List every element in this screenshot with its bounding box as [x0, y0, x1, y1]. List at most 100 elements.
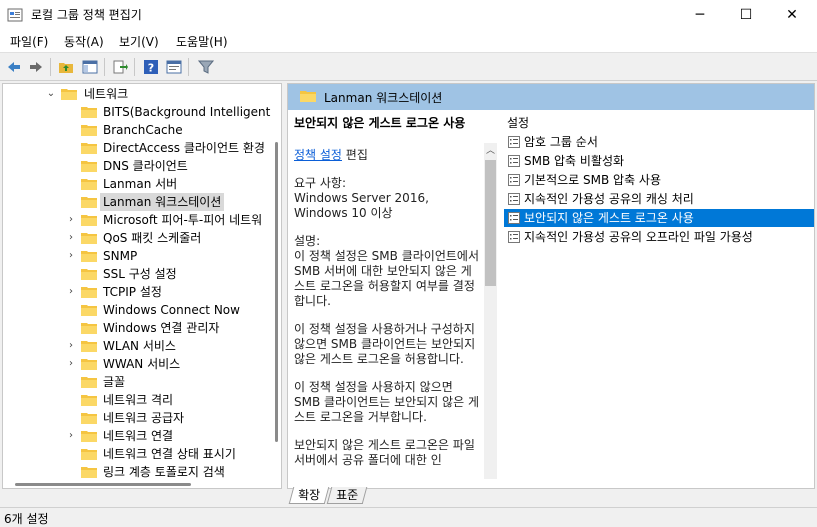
export-list-button[interactable]: [110, 57, 130, 77]
tree-item[interactable]: › WWAN 서비스: [3, 355, 271, 373]
description-panel: 보안되지 않은 게스트 로그온 사용 정책 설정 편집 요구 사항: Windo…: [288, 110, 485, 480]
close-icon: ✕: [786, 6, 798, 23]
up-button[interactable]: [56, 57, 76, 77]
chevron-right-icon[interactable]: ›: [65, 247, 77, 265]
menu-view[interactable]: 보기(V): [119, 33, 159, 50]
edit-suffix: 편집: [341, 148, 368, 162]
tree-item-label: Lanman 워크스테이션: [100, 193, 225, 211]
description-paragraph: 이 정책 설정은 SMB 클라이언트에서 SMB 서버에 대한 보안되지 않은 …: [294, 249, 479, 308]
tree-item[interactable]: DirectAccess 클라이언트 환경: [3, 139, 271, 157]
tab-extended[interactable]: 확장: [288, 487, 330, 504]
setting-row[interactable]: SMB 압축 비활성화: [504, 152, 814, 170]
toolbar: ?: [0, 52, 817, 81]
menu-action[interactable]: 동작(A): [64, 33, 104, 50]
description-paragraph: 이 정책 설정을 사용하거나 구성하지 않으면 SMB 클라이언트는 보안되지 …: [294, 322, 476, 366]
requirements-label: 요구 사항:: [294, 176, 347, 190]
folder-icon: [81, 413, 97, 424]
tree-item-label: TCPIP 설정: [103, 285, 162, 299]
folder-icon: [300, 91, 316, 102]
description-paragraph: 이 정책 설정을 사용하지 않으면 SMB 클라이언트는 보안되지 않은 게스트…: [294, 380, 479, 424]
tree-item[interactable]: Lanman 서버: [3, 175, 271, 193]
minimize-icon: ─: [695, 6, 705, 23]
description-scroll-thumb[interactable]: [485, 160, 496, 286]
scroll-up-icon[interactable]: ︿: [484, 145, 497, 158]
tree-item[interactable]: 네트워크 연결 상태 표시기: [3, 445, 271, 463]
folder-icon: [81, 251, 97, 262]
setting-row[interactable]: 보안되지 않은 게스트 로그온 사용: [504, 209, 814, 227]
setting-label: 기본적으로 SMB 압축 사용: [524, 173, 662, 187]
gpedit-window: 로컬 그룹 정책 편집기 ─ ☐ ✕ 파일(F) 동작(A) 보기(V) 도움말…: [0, 0, 817, 526]
setting-row[interactable]: 기본적으로 SMB 압축 사용: [504, 171, 814, 189]
tree-item[interactable]: Windows 연결 관리자: [3, 319, 271, 337]
maximize-button[interactable]: ☐: [723, 0, 769, 29]
tree-item-label: 네트워크 격리: [103, 393, 174, 407]
tree-item[interactable]: Lanman 워크스테이션: [3, 193, 271, 211]
setting-label: SMB 압축 비활성화: [524, 154, 625, 168]
up-folder-icon: [59, 63, 73, 73]
setting-row[interactable]: 지속적인 가용성 공유의 캐싱 처리: [504, 190, 814, 208]
close-button[interactable]: ✕: [769, 0, 815, 29]
help-icon: ?: [144, 60, 158, 75]
folder-icon: [81, 143, 97, 154]
chevron-right-icon[interactable]: ›: [65, 427, 77, 445]
tree-item[interactable]: 네트워크 격리: [3, 391, 271, 409]
tree-item[interactable]: › WLAN 서비스: [3, 337, 271, 355]
tree-item-label: WWAN 서비스: [103, 357, 181, 371]
tree-item[interactable]: › SNMP: [3, 247, 271, 265]
folder-icon: [81, 287, 97, 298]
view-tabs: 확장 표준: [288, 487, 409, 505]
tree-item-label: QoS 패킷 스케줄러: [103, 231, 202, 245]
tree-item-label: 네트워크 연결 상태 표시기: [103, 447, 236, 461]
tree-item[interactable]: DNS 클라이언트: [3, 157, 271, 175]
folder-icon: [81, 197, 97, 208]
tree-root-network[interactable]: ⌄ 네트워크: [3, 85, 271, 103]
policy-setting-icon: [508, 212, 520, 224]
description-scrollbar[interactable]: ︿: [484, 143, 497, 479]
setting-label: 지속적인 가용성 공유의 오프라인 파일 가용성: [524, 230, 753, 244]
forward-button[interactable]: [26, 57, 46, 77]
chevron-right-icon[interactable]: ›: [65, 283, 77, 301]
tree-item-label: 글꼴: [103, 375, 126, 389]
folder-icon: [81, 125, 97, 136]
tree-vertical-scroll-thumb[interactable]: [275, 142, 278, 442]
help-button[interactable]: ?: [141, 57, 161, 77]
chevron-down-icon[interactable]: ⌄: [45, 85, 57, 103]
tree-vertical-scrollbar[interactable]: [271, 84, 281, 488]
tab-standard[interactable]: 표준: [326, 487, 368, 504]
setting-row[interactable]: 암호 그룹 순서: [504, 133, 814, 151]
properties-button[interactable]: [164, 57, 184, 77]
filter-button[interactable]: [196, 57, 216, 77]
settings-column-header[interactable]: 설정: [507, 114, 529, 131]
tree-item[interactable]: Windows Connect Now: [3, 301, 271, 319]
setting-row[interactable]: 지속적인 가용성 공유의 오프라인 파일 가용성: [504, 228, 814, 246]
setting-label: 지속적인 가용성 공유의 캐싱 처리: [524, 192, 694, 206]
folder-icon: [81, 161, 97, 172]
policy-setting-icon: [508, 155, 520, 167]
edit-policy-link[interactable]: 정책 설정: [294, 148, 342, 162]
folder-icon: [81, 269, 97, 280]
tree-item-label: BITS(Background Intelligent Tr: [103, 105, 282, 119]
back-button[interactable]: [4, 57, 24, 77]
chevron-right-icon[interactable]: ›: [65, 229, 77, 247]
minimize-button[interactable]: ─: [677, 0, 723, 29]
tree-item[interactable]: SSL 구성 설정: [3, 265, 271, 283]
tree-item[interactable]: 글꼴: [3, 373, 271, 391]
tree-item[interactable]: › QoS 패킷 스케줄러: [3, 229, 271, 247]
tree-pane[interactable]: ⌄ 네트워크 BITS(Background Intelligent Tr Bra…: [2, 83, 282, 489]
show-hide-tree-button[interactable]: [80, 57, 100, 77]
tree-item[interactable]: › 네트워크 연결: [3, 427, 271, 445]
tree-item[interactable]: BranchCache: [3, 121, 271, 139]
tree-horizontal-scroll-thumb[interactable]: [15, 483, 191, 486]
menu-help[interactable]: 도움말(H): [176, 33, 228, 50]
menu-file[interactable]: 파일(F): [10, 33, 48, 50]
tree-item[interactable]: › Microsoft 피어-투-피어 네트워: [3, 211, 271, 229]
tree-item[interactable]: › TCPIP 설정: [3, 283, 271, 301]
tree-horizontal-scrollbar[interactable]: [3, 479, 271, 488]
folder-open-icon: [61, 89, 77, 100]
chevron-right-icon[interactable]: ›: [65, 211, 77, 229]
tree-item[interactable]: BITS(Background Intelligent Tr: [3, 103, 281, 121]
tree-item[interactable]: 네트워크 공급자: [3, 409, 271, 427]
chevron-right-icon[interactable]: ›: [65, 337, 77, 355]
tree-item-label: Microsoft 피어-투-피어 네트워: [103, 213, 263, 227]
chevron-right-icon[interactable]: ›: [65, 355, 77, 373]
